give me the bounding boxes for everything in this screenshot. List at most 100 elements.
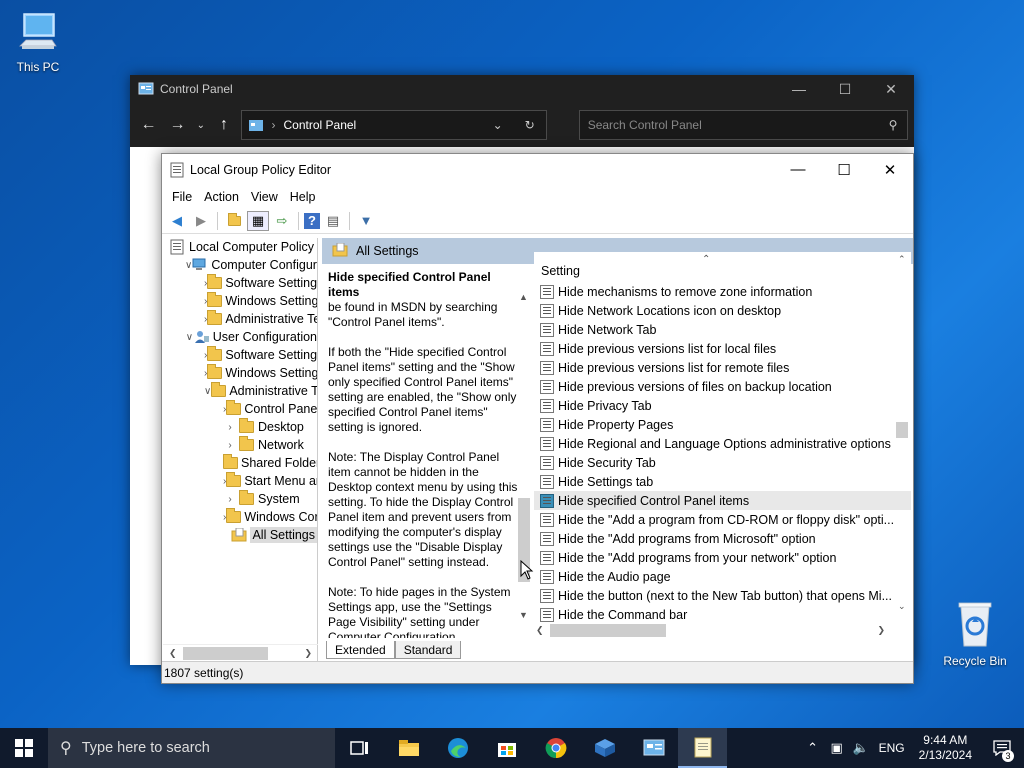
refresh-icon[interactable]: ↻ (514, 118, 546, 132)
toolbar-properties-icon[interactable]: ▤ (322, 211, 344, 231)
tree-item[interactable]: › Windows Setting (163, 292, 317, 310)
tab-standard[interactable]: Standard (394, 641, 462, 659)
toolbar-back-icon[interactable]: ◀ (166, 211, 188, 231)
back-arrow-icon[interactable]: ← (136, 116, 161, 134)
setting-row[interactable]: Hide Network Locations icon on desktop (534, 301, 911, 320)
scroll-left-arrow-icon[interactable]: ❮ (169, 648, 177, 659)
setting-row[interactable]: Hide Property Pages (534, 415, 911, 434)
tree-scroll-thumb[interactable] (183, 646, 268, 660)
recent-locations-chevron-icon[interactable]: ⌄ (194, 120, 207, 131)
toolbar-show-hide-tree-icon[interactable]: ▦ (247, 210, 269, 231)
scroll-down-arrow-icon[interactable]: ▼ (519, 610, 528, 620)
toolbar-filter-icon[interactable]: ▼ (355, 211, 377, 231)
collapsed-chevron-icon[interactable]: › (223, 422, 237, 433)
chrome-taskbar-button[interactable] (531, 728, 580, 768)
control-panel-search-input[interactable]: Search Control Panel ⚲ (578, 110, 909, 140)
setting-row[interactable]: Hide mechanisms to remove zone informati… (534, 282, 911, 301)
tree-item[interactable]: › Windows Cor (163, 508, 317, 526)
tree-item[interactable]: ∨ User Configuration (163, 328, 317, 346)
maximize-button[interactable]: ☐ (822, 81, 868, 98)
tree-item[interactable]: › Desktop (163, 418, 317, 436)
taskbar-search-box[interactable]: ⚲ Type here to search (48, 728, 335, 768)
close-button[interactable]: ✕ (868, 81, 914, 98)
tree-item[interactable]: › Software Settings (163, 346, 317, 364)
collapsed-chevron-icon[interactable]: › (223, 440, 237, 451)
clock[interactable]: 9:44 AM 2/13/2024 (911, 733, 980, 763)
list-vertical-scrollbar[interactable]: ⌃ ⌄ (893, 252, 911, 612)
setting-row[interactable]: Hide specified Control Panel items (534, 491, 911, 510)
expanded-chevron-icon[interactable]: ∨ (204, 386, 211, 397)
setting-row[interactable]: Hide the Audio page (534, 567, 911, 586)
scroll-left-arrow-icon[interactable]: ❮ (536, 625, 544, 636)
control-panel-taskbar-button[interactable] (629, 728, 678, 768)
setting-row[interactable]: Hide the "Add a program from CD-ROM or f… (534, 510, 911, 529)
tree-item[interactable]: › Windows Setting (163, 364, 317, 382)
show-hidden-icons-chevron-icon[interactable]: ⌃ (801, 740, 825, 756)
collapsed-chevron-icon[interactable]: › (223, 494, 237, 505)
tree-item[interactable]: › System (163, 490, 317, 508)
tree-item[interactable]: Local Computer Policy (163, 238, 317, 256)
setting-row[interactable]: Hide previous versions list for local fi… (534, 339, 911, 358)
gpe-minimize-button[interactable]: — (775, 161, 821, 179)
address-dropdown-chevron-icon[interactable]: ⌄ (482, 118, 514, 132)
edge-taskbar-button[interactable] (433, 728, 482, 768)
scroll-up-arrow-icon[interactable]: ▲ (519, 292, 528, 302)
setting-row[interactable]: Hide Network Tab (534, 320, 911, 339)
tree-item[interactable]: All Settings (163, 526, 317, 544)
tree-horizontal-scrollbar[interactable]: ❮ ❯ (163, 644, 318, 661)
setting-row[interactable]: Hide Security Tab (534, 453, 911, 472)
scroll-right-arrow-icon[interactable]: ❯ (877, 625, 885, 636)
menu-help[interactable]: Help (284, 190, 322, 204)
tree-item[interactable]: ∨ Administrative Te (163, 382, 317, 400)
tree-item[interactable]: › Network (163, 436, 317, 454)
action-center-button[interactable]: 3 (980, 740, 1024, 762)
toolbar-forward-icon[interactable]: ▶ (190, 211, 212, 231)
expanded-chevron-icon[interactable]: ∨ (185, 260, 192, 271)
toolbar-up-folder-icon[interactable] (223, 211, 245, 231)
scroll-down-arrow-icon[interactable]: ⌄ (898, 601, 906, 612)
store-taskbar-button[interactable] (482, 728, 531, 768)
tree-item[interactable]: › Control Panel (163, 400, 317, 418)
task-view-button[interactable] (335, 728, 384, 768)
setting-row[interactable]: Hide the button (next to the New Tab but… (534, 586, 911, 605)
list-scroll-thumb[interactable] (896, 422, 908, 438)
up-arrow-icon[interactable]: ↑ (212, 116, 237, 134)
network-icon[interactable]: ▣ (825, 740, 849, 756)
language-indicator[interactable]: ENG (873, 741, 911, 755)
this-pc-desktop-icon[interactable]: This PC (0, 10, 76, 74)
recycle-bin-desktop-icon[interactable]: Recycle Bin (937, 600, 1013, 668)
setting-row[interactable]: Hide previous versions of files on backu… (534, 377, 911, 396)
menu-file[interactable]: File (166, 190, 198, 204)
toolbar-help-icon[interactable]: ? (304, 212, 320, 229)
gpe-close-button[interactable]: ✕ (867, 161, 913, 179)
expanded-chevron-icon[interactable]: ∨ (185, 332, 194, 343)
tab-extended[interactable]: Extended (326, 641, 395, 659)
setting-column-header[interactable]: ⌃ Setting (534, 252, 911, 282)
address-bar[interactable]: › Control Panel ⌄ ↻ (240, 110, 547, 140)
menu-view[interactable]: View (245, 190, 284, 204)
list-hscroll-thumb[interactable] (550, 624, 666, 637)
setting-row[interactable]: Hide previous versions list for remote f… (534, 358, 911, 377)
setting-row[interactable]: Hide Privacy Tab (534, 396, 911, 415)
list-horizontal-scrollbar[interactable]: ❮ ❯ (534, 622, 911, 639)
tree-item[interactable]: › Administrative Te (163, 310, 317, 328)
setting-row[interactable]: Hide the Command bar (534, 605, 911, 622)
tree-item[interactable]: Shared Folder (163, 454, 317, 472)
tree-item[interactable]: ∨ Computer Configura (163, 256, 317, 274)
toolbar-export-list-icon[interactable]: ⇨ (271, 211, 293, 231)
setting-row[interactable]: Hide the "Add programs from your network… (534, 548, 911, 567)
scroll-up-arrow-icon[interactable]: ⌃ (898, 254, 906, 265)
group-policy-editor-taskbar-button[interactable] (678, 728, 727, 768)
scroll-right-arrow-icon[interactable]: ❯ (304, 648, 312, 659)
forward-arrow-icon[interactable]: → (165, 116, 190, 134)
setting-row[interactable]: Hide the "Add programs from Microsoft" o… (534, 529, 911, 548)
app-taskbar-button[interactable] (580, 728, 629, 768)
gpe-maximize-button[interactable]: ☐ (821, 161, 867, 179)
volume-muted-icon[interactable]: 🔈 (849, 740, 873, 756)
tree-item[interactable]: › Start Menu ar (163, 472, 317, 490)
start-button[interactable] (0, 728, 48, 768)
minimize-button[interactable]: — (776, 81, 822, 98)
file-explorer-taskbar-button[interactable] (384, 728, 433, 768)
setting-row[interactable]: Hide Regional and Language Options admin… (534, 434, 911, 453)
tree-item[interactable]: › Software Settings (163, 274, 317, 292)
